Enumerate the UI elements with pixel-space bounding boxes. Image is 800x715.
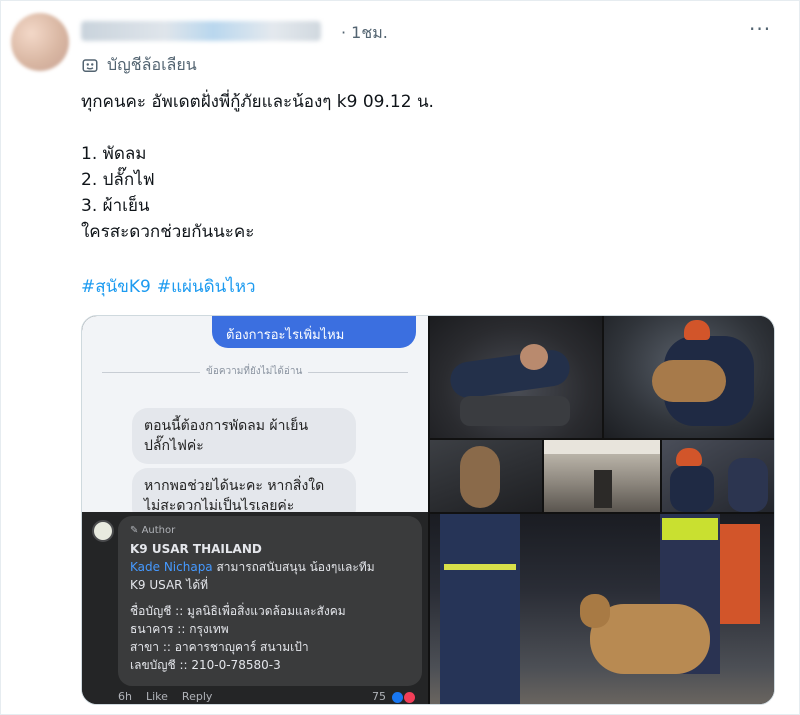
parody-mask-icon (82, 58, 98, 72)
tweet-text-line: ใครสะดวกช่วยกันนะคะ (81, 222, 255, 242)
chat-line: หากพอช่วยได้นะคะ หากสิ่งใด (144, 478, 325, 494)
photo-rescuers-resting[interactable] (430, 316, 602, 438)
tweet-card: · 1ชม. ··· บัญชีล้อเลียน ทุกคนคะ อัพเดตฝ… (0, 0, 800, 715)
media-grid[interactable]: ต้องการอะไรเพิ่มไหม ข้อความที่ยังไม่ได้อ… (81, 315, 775, 705)
avatar[interactable] (11, 13, 69, 71)
chat-incoming-bubble: ตอนนี้ต้องการพัดลม ผ้าเย็น ปลั๊กไฟค่ะ (132, 408, 356, 464)
pencil-icon: ✎ (130, 525, 142, 536)
chat-line: ตอนนี้ต้องการพัดลม ผ้าเย็น (144, 418, 309, 434)
tweet-text: ทุกคนคะ อัพเดตฝั่งพี่กู้ภัยและน้องๆ k9 0… (81, 89, 781, 245)
comment-line: เลขบัญชี :: 210-0-78580-3 (130, 658, 281, 672)
hashtag-row: #สุนัขK9 #แผ่นดินไหว (81, 273, 256, 300)
hashtag-link[interactable]: #สุนัขK9 (81, 273, 151, 300)
photo-rescuers-helmets[interactable] (662, 440, 774, 512)
comment-reply: Reply (181, 690, 213, 703)
comment-line: ธนาคาร :: กรุงเทพ (130, 622, 229, 636)
reaction-count: 75 (372, 690, 386, 703)
tweet-text-line: 3. ผ้าเย็น (81, 196, 150, 216)
parody-account-label: บัญชีล้อเลียน (81, 53, 197, 78)
love-reaction-icon (404, 692, 415, 703)
chat-incoming-bubble: หากพอช่วยได้นะคะ หากสิ่งใด ไม่สะดวกไม่เป… (132, 468, 356, 512)
tweet-text-line: ทุกคนคะ อัพเดตฝั่งพี่กู้ภัยและน้องๆ k9 0… (81, 92, 434, 112)
chat-line: ปลั๊กไฟค่ะ (144, 438, 204, 454)
like-reaction-icon (392, 692, 403, 703)
tweet-text-line: 2. ปลั๊กไฟ (81, 170, 155, 190)
hashtag-link[interactable]: #แผ่นดินไหว (157, 273, 256, 300)
comment-line: K9 USAR ได้ที่ (130, 578, 209, 592)
comment-line: Kade Nichapa สามารถสนับสนุน น้องๆและทีม (130, 558, 410, 576)
chat-screenshot[interactable]: ต้องการอะไรเพิ่มไหม ข้อความที่ยังไม่ได้อ… (82, 316, 428, 512)
commenter-avatar (92, 520, 114, 542)
parody-label-text: บัญชีล้อเลียน (107, 55, 197, 74)
chat-line: ไม่สะดวกไม่เป็นไรเลยค่ะ (144, 498, 295, 512)
comment-line: ชื่อบัญชี :: มูลนิธิเพื่อสิ่งแวดล้อมและส… (130, 604, 346, 618)
comment-line: สาขา :: อาคารชาญุคาร์ สนามเป้า (130, 640, 309, 654)
commenter-name: K9 USAR THAILAND (130, 542, 262, 556)
chat-unread-label: ข้อความที่ยังไม่ได้อ่าน (200, 364, 309, 379)
comment-line-text: สามารถสนับสนุน น้องๆและทีม (212, 560, 375, 574)
photo-rescuer-with-dog[interactable] (604, 316, 774, 438)
author-badge-label: Author (141, 525, 176, 536)
comment-bubble: ✎ Author K9 USAR THAILAND Kade Nichapa ส… (118, 516, 422, 686)
comment-age: 6h (118, 690, 132, 703)
comment-actions: 6h Like Reply (118, 690, 212, 703)
author-badge: ✎ Author (130, 522, 410, 540)
mention-link: Kade Nichapa (130, 560, 213, 574)
blurred-display-name[interactable] (81, 21, 321, 41)
timestamp[interactable]: · 1ชม. (341, 21, 388, 46)
more-options-button[interactable]: ··· (749, 17, 771, 41)
photo-k9-team-at-night[interactable] (430, 514, 774, 704)
facebook-comment-screenshot[interactable]: ✎ Author K9 USAR THAILAND Kade Nichapa ส… (82, 512, 428, 704)
tweet-text-line (81, 115, 781, 141)
photo-dog-closeup[interactable] (430, 440, 542, 512)
comment-like: Like (145, 690, 168, 703)
chat-outgoing-bubble: ต้องการอะไรเพิ่มไหม (212, 316, 416, 348)
tweet-text-line: 1. พัดลม (81, 144, 147, 164)
photo-collapsed-building[interactable] (544, 440, 660, 512)
